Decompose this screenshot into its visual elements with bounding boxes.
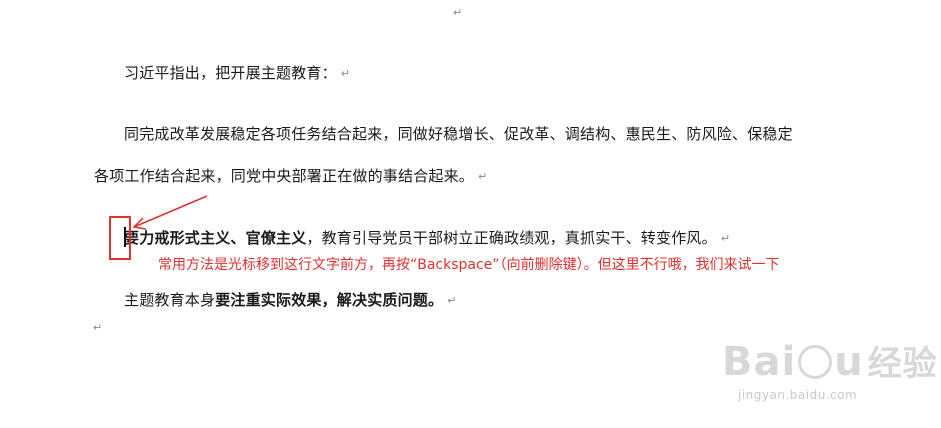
baidu-jingyan-logo: Bai u 经验: [722, 340, 938, 386]
watermark-logo-text-cn: 经验: [867, 344, 938, 384]
watermark-logo-text-b: u: [834, 339, 864, 385]
watermark-logo-text-a: Bai: [722, 339, 797, 385]
watermark-url: jingyan.baidu.com: [738, 388, 858, 402]
paw-icon: [798, 345, 833, 379]
